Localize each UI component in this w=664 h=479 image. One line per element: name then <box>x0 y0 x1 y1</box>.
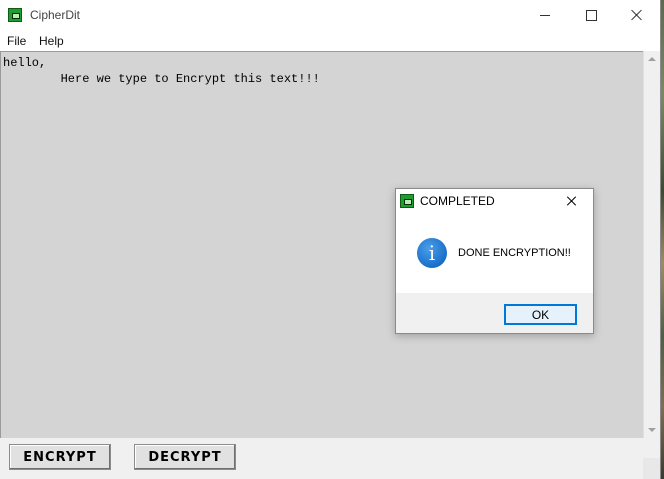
menu-help[interactable]: Help <box>39 34 64 48</box>
scroll-up-arrow-icon[interactable] <box>648 57 656 61</box>
close-icon <box>567 196 577 206</box>
vertical-scrollbar[interactable] <box>643 51 660 438</box>
close-icon <box>631 9 643 21</box>
cipherdit-app-icon <box>8 8 22 22</box>
menu-file[interactable]: File <box>7 34 26 48</box>
dialog-footer: OK <box>396 293 593 333</box>
dialog-message: DONE ENCRYPTION!! <box>458 247 571 259</box>
action-bar: ENCRYPT DECRYPT <box>0 438 660 479</box>
menu-bar: File Help <box>0 32 660 50</box>
information-glyph: i <box>428 241 436 265</box>
information-icon: i <box>417 238 447 268</box>
completed-dialog: COMPLETED i DONE ENCRYPTION!! OK <box>395 188 594 334</box>
minimize-icon <box>540 14 550 16</box>
editor-line: hello, <box>3 56 47 70</box>
resize-grip[interactable] <box>643 458 660 479</box>
maximize-icon <box>585 9 597 21</box>
cipherdit-window: CipherDit File Help hello, Here we type … <box>0 0 661 479</box>
editor-line: Here we type to Encrypt this text!!! <box>3 72 320 86</box>
close-button[interactable] <box>614 0 660 30</box>
dialog-body: i DONE ENCRYPTION!! <box>396 213 593 293</box>
encrypt-button[interactable]: ENCRYPT <box>9 444 111 470</box>
maximize-button[interactable] <box>568 0 614 30</box>
dialog-close-button[interactable] <box>564 193 580 209</box>
title-bar[interactable]: CipherDit <box>0 0 660 30</box>
dialog-title-bar[interactable]: COMPLETED <box>396 189 593 213</box>
dialog-title: COMPLETED <box>420 194 495 208</box>
decrypt-button[interactable]: DECRYPT <box>134 444 236 470</box>
minimize-button[interactable] <box>522 0 568 30</box>
cipherdit-app-icon <box>400 194 414 208</box>
ok-button[interactable]: OK <box>504 304 577 325</box>
scroll-down-arrow-icon[interactable] <box>648 428 656 432</box>
window-title: CipherDit <box>30 8 81 22</box>
